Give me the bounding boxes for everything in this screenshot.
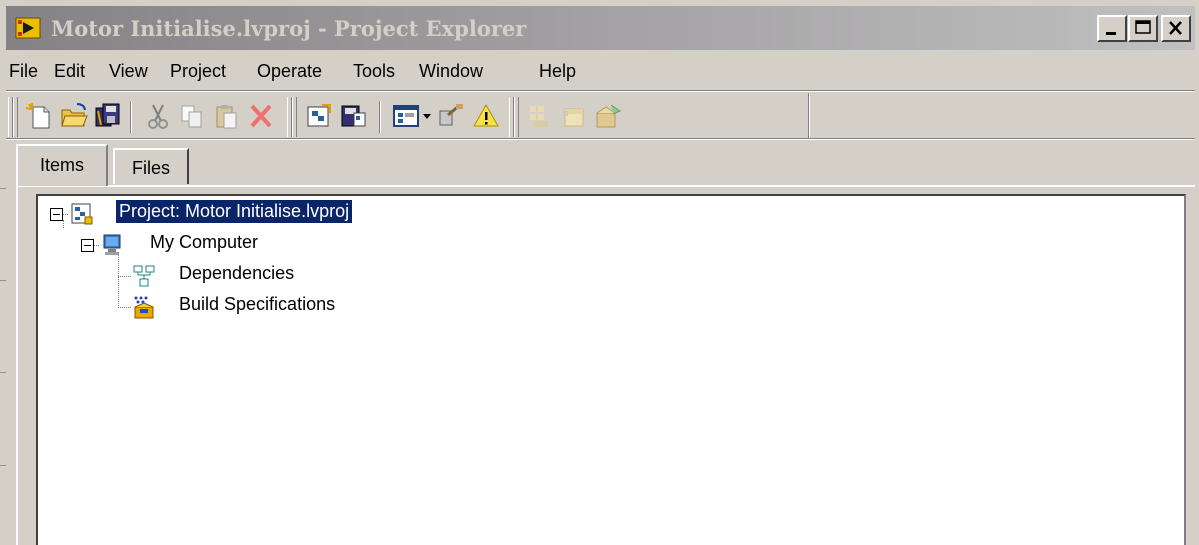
toolbar-separator (130, 101, 132, 133)
tree-item-build-specifications-label: Build Specifications (179, 294, 336, 314)
edge-tick (0, 465, 6, 466)
toolbar-grip[interactable] (514, 97, 519, 137)
tree-connector (118, 276, 131, 277)
collapse-icon[interactable] (50, 208, 63, 221)
build-icon[interactable] (525, 101, 555, 131)
tree-connector (118, 252, 119, 306)
tool-icon[interactable] (436, 101, 466, 131)
tab-items-label: Items (39, 155, 84, 175)
cut-icon[interactable] (143, 101, 173, 131)
tree-item-dependencies-label: Dependencies (179, 263, 295, 283)
project-icon[interactable] (304, 101, 334, 131)
menu-project[interactable]: Project (170, 61, 226, 82)
project-icon (70, 202, 94, 226)
tree-item-project-label: Project: Motor Initialise.lvproj (116, 200, 353, 223)
minimize-button[interactable] (1097, 15, 1127, 42)
menu-edit[interactable]: Edit (54, 61, 85, 82)
chevron-down-icon[interactable] (420, 101, 434, 131)
menu-tools[interactable]: Tools (353, 61, 395, 82)
view-icon[interactable] (391, 101, 421, 131)
warning-icon[interactable] (471, 101, 501, 131)
delete-icon[interactable] (246, 101, 276, 131)
window-title: Motor Initialise.lvproj - Project Explor… (51, 16, 527, 41)
tab-items[interactable]: Items (16, 144, 108, 186)
close-icon (1169, 21, 1182, 35)
open-icon[interactable] (59, 101, 89, 131)
save-project-icon[interactable] (339, 101, 369, 131)
edge-tick (0, 280, 6, 281)
tree-connector (63, 214, 68, 215)
menu-help[interactable]: Help (539, 61, 576, 82)
edge-tick (0, 188, 6, 189)
menu-operate[interactable]: Operate (257, 61, 322, 82)
dependencies-icon (132, 264, 156, 288)
tab-files-label: Files (131, 158, 170, 178)
menu-file[interactable]: File (9, 61, 38, 82)
close-button[interactable] (1161, 15, 1191, 42)
deploy-icon[interactable] (593, 101, 623, 131)
toolbar (6, 93, 809, 139)
toolbar-separator (379, 101, 381, 133)
edge-tick (0, 372, 6, 373)
copy-icon[interactable] (177, 101, 207, 131)
build-specifications-icon (132, 295, 156, 319)
paste-icon[interactable] (212, 101, 242, 131)
new-icon[interactable] (24, 101, 54, 131)
minimize-icon (1106, 32, 1116, 35)
menu-bar: File Edit View Project Operate Tools Win… (6, 52, 1195, 90)
tab-files[interactable]: Files (113, 148, 189, 184)
labview-project-icon (14, 14, 42, 42)
package-icon[interactable] (559, 101, 589, 131)
toolbar-edge (808, 93, 810, 138)
project-tree[interactable]: Project: Motor Initialise.lvproj My Comp… (36, 194, 1186, 545)
title-bar[interactable]: Motor Initialise.lvproj - Project Explor… (6, 6, 1195, 50)
tree-connector (94, 245, 99, 246)
save-all-icon[interactable] (93, 101, 123, 131)
toolbar-top-divider (6, 90, 1195, 92)
toolbar-bottom-divider (6, 138, 1195, 140)
toolbar-grip[interactable] (292, 97, 297, 137)
tree-connector (63, 220, 64, 228)
project-explorer-window: Motor Initialise.lvproj - Project Explor… (0, 0, 1199, 545)
collapse-icon[interactable] (81, 239, 94, 252)
maximize-button[interactable] (1128, 15, 1158, 42)
toolbar-grip[interactable] (13, 97, 18, 137)
tree-item-my-computer-label: My Computer (150, 232, 259, 252)
tree-connector (118, 307, 131, 308)
menu-window[interactable]: Window (419, 61, 483, 82)
maximize-icon (1135, 20, 1151, 34)
computer-icon (101, 233, 125, 257)
menu-view[interactable]: View (109, 61, 148, 82)
